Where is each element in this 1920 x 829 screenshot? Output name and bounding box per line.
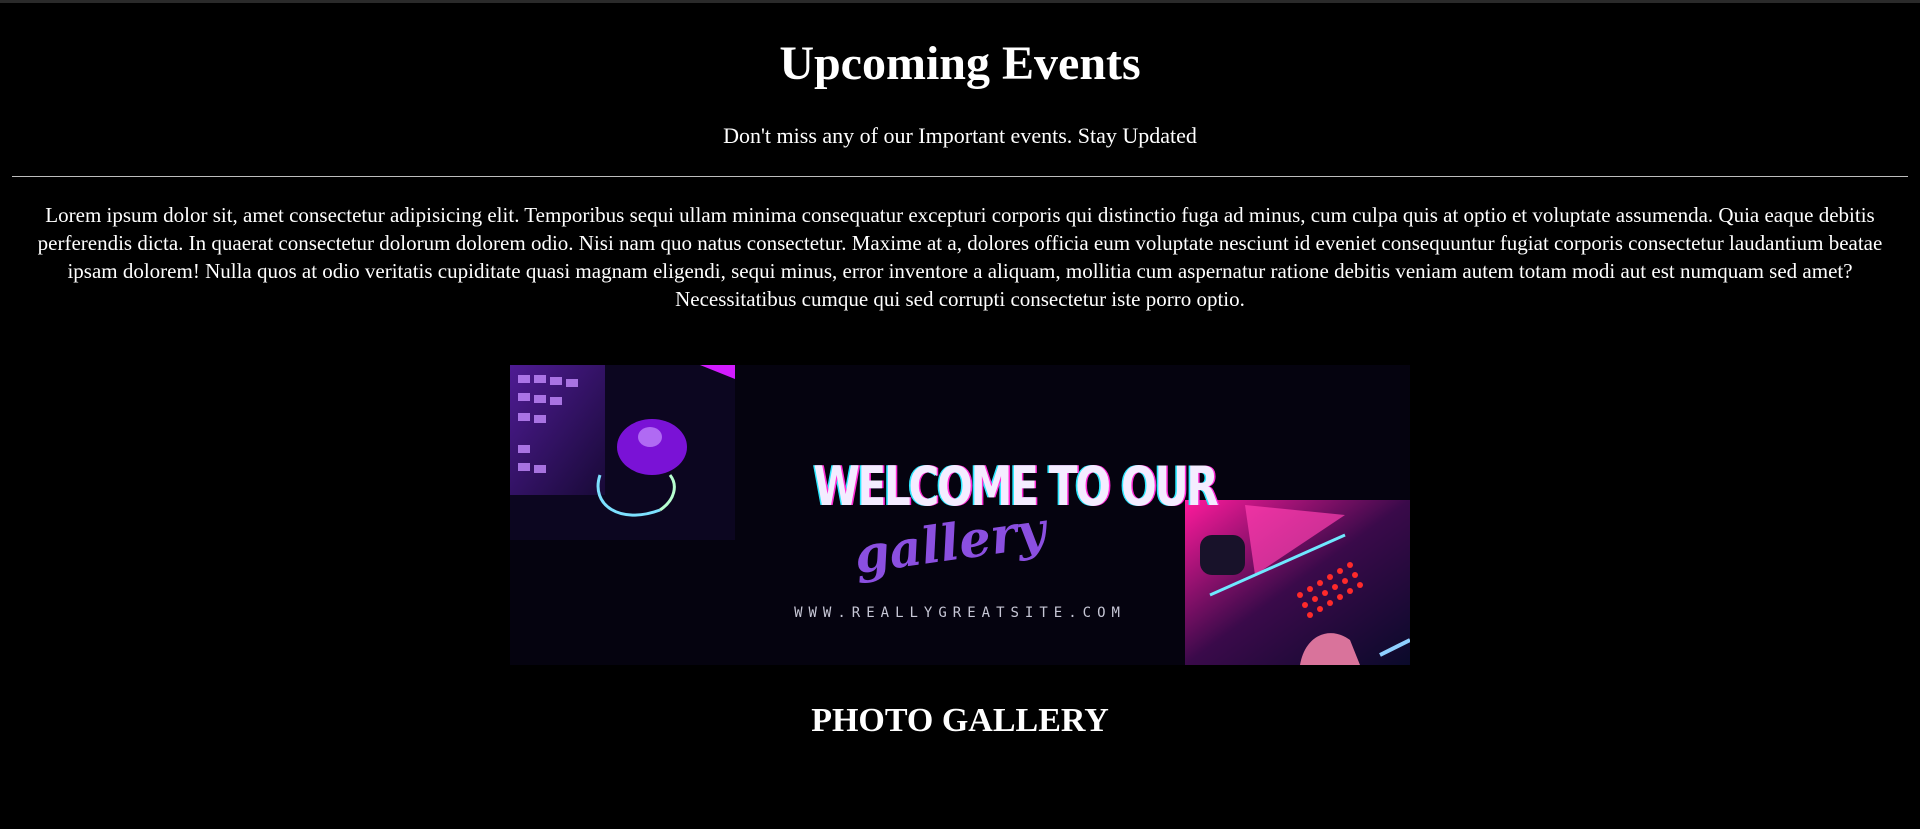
- page-title: Upcoming Events: [779, 37, 1141, 90]
- gamepad-icon: [1185, 500, 1410, 665]
- intro-paragraph: Lorem ipsum dolor sit, amet consectetur …: [37, 203, 1883, 311]
- gallery-banner-image: WELCOME TO OUR gallery WWW.REALLYGREATSI…: [510, 365, 1410, 665]
- events-page: Upcoming Events Don't miss any of our Im…: [0, 0, 1920, 829]
- page-subtitle: Don't miss any of our Important events. …: [723, 123, 1197, 148]
- gallery-heading: PHOTO GALLERY: [811, 702, 1109, 739]
- section-divider: [12, 176, 1908, 177]
- banner-url: WWW.REALLYGREATSITE.COM: [794, 605, 1126, 621]
